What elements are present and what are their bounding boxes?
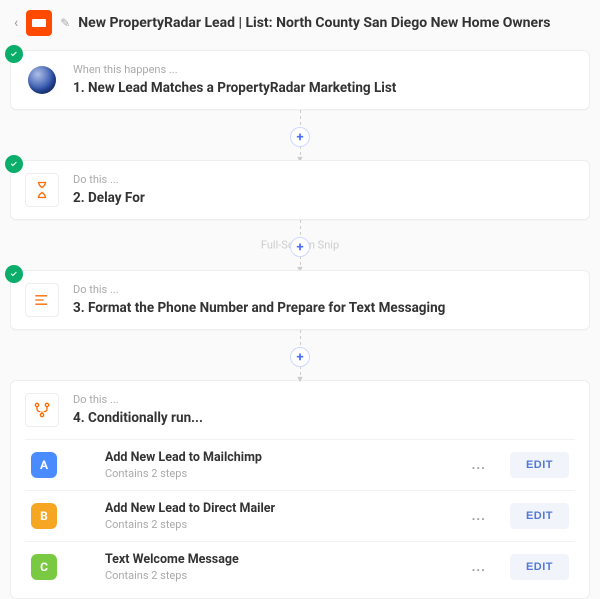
more-menu-icon[interactable]: ... [462, 509, 496, 524]
page-title: New PropertyRadar Lead | List: North Cou… [78, 15, 550, 31]
path-text: Add New Lead to Mailchimp Contains 2 ste… [71, 450, 448, 480]
step-title: 2. Delay For [73, 190, 575, 206]
path-title: Add New Lead to Mailchimp [105, 450, 448, 465]
more-menu-icon[interactable]: ... [462, 560, 496, 575]
step-label: Do this ... [73, 393, 575, 406]
step-label: Do this ... [73, 283, 575, 296]
step-card-2[interactable]: Do this ... 2. Delay For [10, 160, 590, 220]
add-step-button[interactable]: + [290, 127, 310, 147]
check-icon [5, 155, 23, 173]
connector-1: + ▼ [10, 110, 590, 160]
path-text: Add New Lead to Direct Mailer Contains 2… [71, 501, 448, 531]
connector-3: + ▼ [10, 330, 590, 380]
step-label: Do this ... [73, 173, 575, 186]
step-title: 1. New Lead Matches a PropertyRadar Mark… [73, 80, 575, 96]
format-icon [25, 283, 59, 317]
path-row-b[interactable]: B Add New Lead to Direct Mailer Contains… [25, 490, 575, 541]
path-row-a[interactable]: A Add New Lead to Mailchimp Contains 2 s… [25, 439, 575, 490]
step-card-1[interactable]: When this happens ... 1. New Lead Matche… [10, 50, 590, 110]
edit-button[interactable]: EDIT [510, 503, 569, 529]
app-icon [26, 10, 52, 36]
check-icon [5, 265, 23, 283]
path-badge: C [31, 554, 57, 580]
edit-title-icon[interactable]: ✎ [60, 16, 70, 30]
path-title: Add New Lead to Direct Mailer [105, 501, 448, 516]
step-label: When this happens ... [73, 63, 575, 76]
multi-header: Do this ... 4. Conditionally run... [25, 393, 575, 427]
path-text: Text Welcome Message Contains 2 steps [71, 552, 448, 582]
delay-icon [25, 173, 59, 207]
flow-container: When this happens ... 1. New Lead Matche… [0, 50, 600, 599]
step-content: When this happens ... 1. New Lead Matche… [73, 63, 575, 96]
step-title: 4. Conditionally run... [73, 410, 575, 426]
add-step-button[interactable]: + [290, 347, 310, 367]
step-card-4[interactable]: Do this ... 4. Conditionally run... A Ad… [10, 380, 590, 599]
edit-button[interactable]: EDIT [510, 452, 569, 478]
globe-icon [25, 63, 59, 97]
connector-2: + ▼ Full-Screen Snip [10, 220, 590, 270]
step-title: 3. Format the Phone Number and Prepare f… [73, 300, 575, 316]
path-row-c[interactable]: C Text Welcome Message Contains 2 steps … [25, 541, 575, 592]
path-sub: Contains 2 steps [105, 569, 448, 582]
header: ‹ ✎ New PropertyRadar Lead | List: North… [0, 0, 600, 50]
more-menu-icon[interactable]: ... [462, 458, 496, 473]
step-content: Do this ... 3. Format the Phone Number a… [73, 283, 575, 316]
path-badge: B [31, 503, 57, 529]
step-card-3[interactable]: Do this ... 3. Format the Phone Number a… [10, 270, 590, 330]
check-icon [5, 45, 23, 63]
path-sub: Contains 2 steps [105, 467, 448, 480]
step-content: Do this ... 4. Conditionally run... [73, 393, 575, 426]
back-chevron-icon[interactable]: ‹ [14, 15, 18, 31]
path-badge: A [31, 452, 57, 478]
step-content: Do this ... 2. Delay For [73, 173, 575, 206]
add-step-button[interactable]: + [290, 237, 310, 257]
path-title: Text Welcome Message [105, 552, 448, 567]
branch-icon [25, 393, 59, 427]
path-sub: Contains 2 steps [105, 518, 448, 531]
edit-button[interactable]: EDIT [510, 554, 569, 580]
